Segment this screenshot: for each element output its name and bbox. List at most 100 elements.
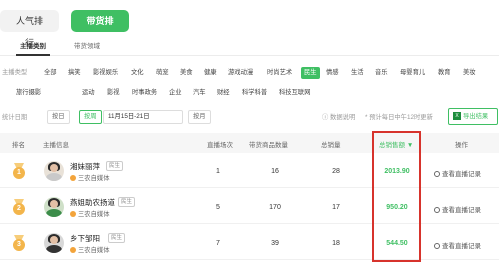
volume-cell: 18 [332,240,340,247]
category-tag: 民生 [118,197,136,207]
sales-cell: 2013.90 [384,168,410,175]
category-chip[interactable]: 搞笑 [68,67,81,79]
verified-icon [70,247,76,254]
category-chip[interactable]: 全部 [44,67,57,79]
category-tag: 民生 [108,233,126,243]
table-row: 1 湘妹丽萍 民生 三农自媒体 1 16 28 2013.90 查看直播记录 [0,155,499,188]
gold-medal-icon: 1 [11,163,27,181]
update-note: * 预计每日中午12时更新 [365,114,433,121]
search-icon [434,207,440,214]
data-info-link[interactable]: ⓘ 数据说明 [322,112,355,121]
anchor-category: 三农自媒体 [70,209,109,218]
header-actions: 操作 [455,142,468,149]
category-chip[interactable]: 萌宠 [156,67,169,79]
anchor-category: 三农自媒体 [70,173,109,182]
volume-cell: 28 [332,168,340,175]
tab-anchor-category[interactable]: 主播类别 [16,41,50,56]
bronze-medal-icon: 3 [11,235,27,253]
anchor-category-label: 三农自媒体 [78,211,110,218]
table-row: 3 乡下邹阳 民生 三农自媒体 7 39 18 544.50 查看直播记录 [0,227,499,260]
date-filter-label: 统计日期 [2,114,28,121]
verified-icon [70,175,76,182]
by-day-button[interactable]: 按日 [47,110,70,124]
view-live-records-link[interactable]: 查看直播记录 [434,204,481,214]
category-chip[interactable]: 科学科普 [242,87,267,99]
header-total-sales-label: 总销售额 [379,142,405,149]
category-chip[interactable]: 健康 [204,67,217,79]
sales-cell: 544.50 [386,240,408,247]
header-sessions[interactable]: 直播场次 [207,139,233,149]
table-row: 2 燕姐助农扬道 民生 三农自媒体 5 170 17 950.20 查看直播记录 [0,191,499,224]
category-chip[interactable]: 科技互联网 [279,87,310,99]
date-filter-bar: 统计日期 按日 按周 11月15日-21日 按月 ⓘ 数据说明 * 预计每日中午… [2,108,499,126]
category-chip[interactable]: 时事政务 [132,87,157,99]
tab-popularity-rank[interactable]: 人气排行 [0,10,59,48]
category-chip[interactable]: 游戏动漫 [228,67,253,79]
category-chip[interactable]: 母婴育儿 [400,67,425,79]
category-chip[interactable]: 企业 [169,87,182,99]
header-product-count[interactable]: 带货商品数量 [249,139,288,149]
anchor-category-label: 三农自媒体 [78,247,110,254]
rank-number: 2 [13,203,25,215]
category-chip-selected[interactable]: 民生 [301,67,320,79]
sessions-cell: 1 [216,168,220,175]
export-label: 导出结果 [463,113,489,120]
category-chip[interactable]: 旅行摄影 [16,87,41,99]
view-live-records-label: 查看直播记录 [442,171,481,178]
category-filter-row-2: 旅行摄影 运动 影视 时事政务 企业 汽车 财经 科学科普 科技互联网 [2,87,499,99]
header-total-sales[interactable]: 总销售额 ▼ [379,139,413,149]
category-chip[interactable]: 教育 [438,67,451,79]
anchor-name[interactable]: 湘妹丽萍 [70,161,100,172]
by-month-button[interactable]: 按月 [188,110,211,124]
rank-number: 3 [13,239,25,251]
header-total-volume[interactable]: 总销量 [321,139,341,149]
by-week-button[interactable]: 按周 [79,110,102,124]
header-anchor-info: 主播信息 [43,142,69,149]
products-cell: 170 [269,204,281,211]
anchor-name[interactable]: 燕姐助农扬道 [70,197,115,208]
category-chip[interactable]: 时尚艺术 [267,67,292,79]
category-chip[interactable]: 情感 [326,67,339,79]
category-chip[interactable]: 汽车 [193,87,206,99]
avatar[interactable] [44,233,64,253]
table-header: 排名 主播信息 直播场次 带货商品数量 总销量 总销售额 ▼ 操作 [0,133,499,153]
view-live-records-link[interactable]: 查看直播记录 [434,168,481,178]
sessions-cell: 7 [216,240,220,247]
anchor-name[interactable]: 乡下邹阳 [70,233,100,244]
category-chip[interactable]: 文化 [131,67,144,79]
export-button[interactable]: X 导出结果 [448,108,498,125]
category-chip[interactable]: 运动 [82,87,95,99]
category-chip[interactable]: 美妆 [463,67,476,79]
tab-sales-domain[interactable]: 带货领域 [74,41,100,56]
category-chip[interactable]: 影视娱乐 [93,67,118,79]
category-tag: 民生 [106,161,124,171]
volume-cell: 17 [332,204,340,211]
sales-cell: 950.20 [386,204,408,211]
category-chip[interactable]: 生活 [351,67,364,79]
products-cell: 16 [271,168,279,175]
header-rank: 排名 [12,142,25,149]
excel-icon: X [453,112,461,121]
category-chip[interactable]: 财经 [217,87,230,99]
category-chip[interactable]: 影视 [107,87,120,99]
avatar[interactable] [44,197,64,217]
category-filter-row: 主播类型 全部 搞笑 影视娱乐 文化 萌宠 美食 健康 游戏动漫 时尚艺术 民生… [2,67,499,79]
avatar[interactable] [44,161,64,181]
category-chip[interactable]: 音乐 [375,67,388,79]
category-chip[interactable]: 美食 [180,67,193,79]
silver-medal-icon: 2 [11,199,27,217]
ranking-tabs: 人气排行 带货排行 [0,10,129,48]
anchor-category-label: 三农自媒体 [78,175,110,182]
search-icon [434,171,440,178]
date-range-picker[interactable]: 11月15日-21日 [103,110,183,124]
view-live-records-label: 查看直播记录 [442,243,481,250]
sessions-cell: 5 [216,204,220,211]
verified-icon [70,211,76,218]
tab-sales-rank[interactable]: 带货排行 [71,10,129,48]
sub-tab-bar: 主播类别 带货领域 [0,38,499,56]
category-filter-label: 主播类型 [2,69,28,76]
search-icon [434,243,440,250]
anchor-category: 三农自媒体 [70,245,109,254]
view-live-records-link[interactable]: 查看直播记录 [434,240,481,250]
view-live-records-label: 查看直播记录 [442,207,481,214]
